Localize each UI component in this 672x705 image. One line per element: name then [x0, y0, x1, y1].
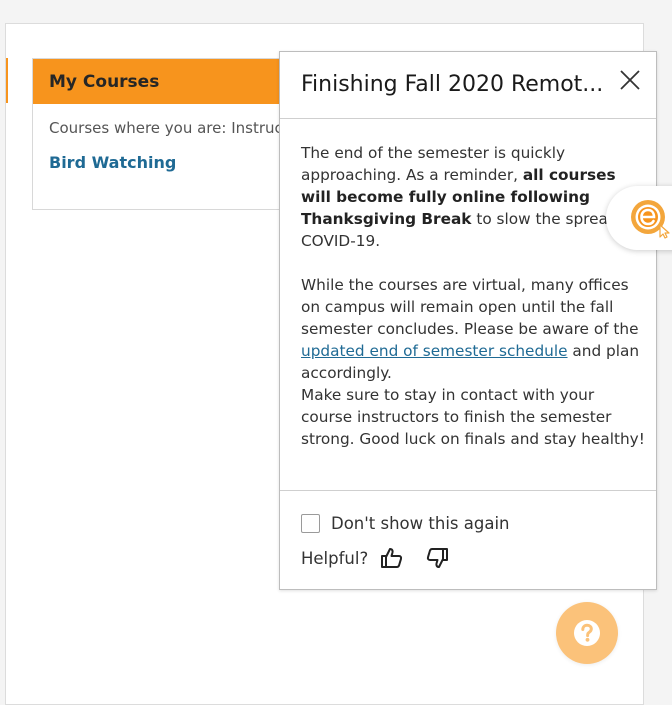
help-button[interactable] — [556, 602, 618, 664]
side-badge-button[interactable] — [606, 186, 672, 250]
left-card-accent — [6, 58, 8, 103]
thumbs-up-icon — [381, 548, 403, 568]
popup-header: Finishing Fall 2020 Remot... — [280, 52, 656, 119]
announcement-paragraph-1: The end of the semester is quickly appro… — [301, 144, 638, 250]
schedule-link[interactable]: updated end of semester schedule — [301, 342, 568, 360]
announcement-paragraph-3: Make sure to stay in contact with your c… — [301, 386, 645, 448]
helpful-row: Helpful? — [301, 546, 470, 570]
close-button[interactable] — [618, 68, 642, 92]
popup-title: Finishing Fall 2020 Remot... — [301, 72, 604, 97]
e-logo-icon — [631, 200, 670, 239]
dont-show-again-row: Don't show this again — [301, 514, 510, 533]
question-mark-icon — [574, 620, 600, 646]
dont-show-again-label[interactable]: Don't show this again — [331, 514, 510, 533]
dont-show-again-checkbox[interactable] — [301, 514, 320, 533]
popup-footer: Don't show this again Helpful? — [280, 490, 656, 590]
thumbs-down-button[interactable] — [425, 546, 449, 570]
popup-body: The end of the semester is quickly appro… — [301, 142, 646, 450]
announcement-paragraph-2: While the courses are virtual, many offi… — [301, 276, 640, 382]
helpful-label: Helpful? — [301, 548, 369, 568]
close-icon — [620, 70, 640, 90]
thumbs-up-button[interactable] — [380, 546, 404, 570]
thumbs-down-icon — [427, 548, 449, 568]
announcement-popup: Finishing Fall 2020 Remot... The end of … — [279, 51, 657, 590]
